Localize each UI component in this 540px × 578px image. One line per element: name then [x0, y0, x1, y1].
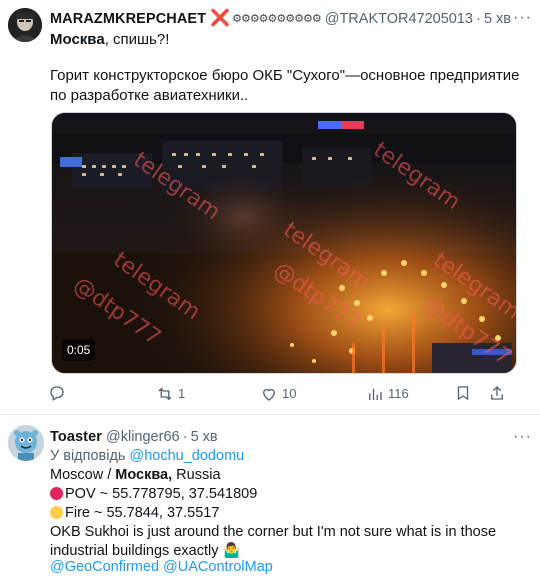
fire-coordinates: Fire ~ 55.7844, 37.5517: [65, 505, 220, 521]
like-button[interactable]: 10: [260, 384, 296, 404]
tweet-2-line-location: Moscow / Москва, Russia: [50, 466, 530, 485]
pov-coordinates: POV ~ 55.778795, 37.541809: [65, 486, 258, 502]
video-duration: 0:05: [62, 339, 96, 361]
text-rest: , спишь?!: [104, 31, 170, 48]
author-avatar[interactable]: [8, 8, 42, 42]
reply-prefix: У відповідь: [50, 448, 126, 464]
location-text-b: Russia: [172, 467, 221, 483]
reply-button[interactable]: [48, 384, 70, 402]
separator-dot: ·: [182, 428, 188, 445]
author-name[interactable]: MARAZMKREPCHAET: [50, 9, 206, 29]
night-fire-video-frame: telegram telegram @dtp777 telegram @dtp7…: [52, 113, 516, 373]
tweet-1-text-body: Горит конструкторское бюро ОКБ "Сухого"—…: [50, 67, 520, 104]
tweet-time[interactable]: 5 хв: [484, 9, 511, 29]
tweet-2-line-fire: Fire ~ 55.7844, 37.5517: [50, 504, 530, 523]
location-text-a: Moscow /: [50, 467, 116, 483]
separator-dot: ·: [475, 10, 481, 27]
toaster-avatar-icon: [8, 425, 44, 461]
gear-chain-icon: ⚙⚙⚙⚙⚙⚙⚙⚙⚙⚙: [232, 13, 322, 25]
retweet-count: 1: [178, 386, 186, 401]
tweet-time[interactable]: 5 хв: [191, 427, 218, 447]
tweet-1-header: MARAZMKREPCHAET ❌ ⚙⚙⚙⚙⚙⚙⚙⚙⚙⚙ @TRAKTOR472…: [50, 8, 530, 30]
tweet-2-header: Toaster @klinger66 · 5 хв: [50, 427, 530, 447]
views-button[interactable]: 116: [366, 384, 409, 404]
mention-uacontrolmap[interactable]: @UAControlMap: [163, 559, 273, 575]
author-name[interactable]: Toaster: [50, 427, 102, 447]
yellow-circle-icon: [50, 506, 63, 519]
tweet-1-actions: 1 10 116: [48, 384, 508, 404]
author-avatar[interactable]: [8, 425, 44, 461]
tweet-2-mentions: @GeoConfirmed @UAControlMap: [50, 558, 530, 577]
share-icon: [491, 386, 503, 400]
more-options-icon[interactable]: ···: [513, 8, 532, 28]
red-circle-icon: [50, 487, 63, 500]
tweet-2-line-4: OKB Sukhoi is just around the corner but…: [50, 524, 497, 540]
reply-to-mention[interactable]: @hochu_dodomu: [130, 448, 245, 464]
city-name: Москва: [50, 31, 105, 48]
heart-icon: [263, 388, 275, 401]
author-handle[interactable]: @TRAKTOR47205013: [325, 9, 473, 29]
mention-geoconfirmed[interactable]: @GeoConfirmed: [50, 559, 159, 575]
share-button[interactable]: [488, 384, 510, 402]
retweet-icon: [158, 387, 172, 401]
more-options-icon[interactable]: ···: [513, 427, 532, 447]
video-player[interactable]: telegram telegram @dtp777 telegram @dtp7…: [51, 112, 517, 374]
avatar-portrait-icon: [8, 8, 42, 42]
bookmark-button[interactable]: [454, 384, 476, 402]
cross-mark-icon: ❌: [210, 10, 231, 27]
like-count: 10: [282, 386, 297, 401]
analytics-icon: [369, 388, 382, 400]
tweet-1-text-line1: Москва, спишь?!: [50, 30, 520, 50]
reply-context: У відповідь @hochu_dodomu: [50, 447, 530, 466]
tweet-2-line-pov: POV ~ 55.778795, 37.541809: [50, 485, 530, 504]
tweet-divider: [0, 414, 540, 415]
location-bold: Москва,: [115, 467, 173, 483]
retweet-button[interactable]: 1: [156, 384, 185, 404]
bookmark-icon: [457, 386, 469, 401]
author-handle[interactable]: @klinger66: [106, 427, 180, 447]
views-count: 116: [388, 386, 409, 401]
reply-icon: [50, 386, 64, 401]
